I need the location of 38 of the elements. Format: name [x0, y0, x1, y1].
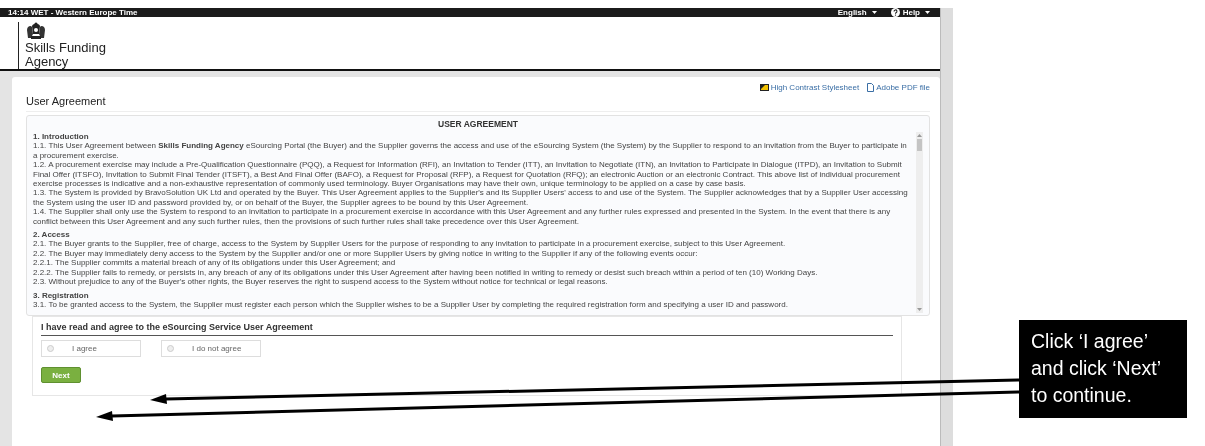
agreement-paragraph: 2.2.1. The Supplier commits a material breach of any of its obligations under this User Agreement; and [33, 258, 397, 268]
link[interactable]: High Contrast Stylesheet [759, 83, 860, 92]
agreement-paragraph: 2.2.2. The Supplier fails to remedy, or persists in, any breach of any of its obligations under this User Agreement after having been notified in writing to remedy or desist such breach within a period of ten (10) Working Days. [33, 267, 819, 278]
caret-icon [871, 11, 877, 14]
agreement-paragraph: 1.1. This User Agreement between Skills Funding Agency eSourcing Portal (the Buyer) and the Supplier governs the access and use of the eSourcing System (the System) by the Supplier to respond to an invitation from the Buyer to participate in a procurement exercise. [33, 141, 908, 161]
scroll-thumb[interactable] [917, 139, 922, 151]
section-heading: 3. Registration [33, 290, 90, 300]
radio-option[interactable]: I agree [41, 340, 141, 358]
time-text: 14:14 WET - Western Europe Time [8, 8, 138, 17]
page-title: User Agreement [26, 95, 930, 112]
section-heading: 2. Access [33, 230, 71, 240]
scroll-down-icon [917, 308, 922, 312]
logo-text: Skills Funding [25, 41, 106, 55]
help-menu[interactable]: Help [890, 8, 930, 17]
agreement-title: USER AGREEMENT [437, 119, 519, 129]
agreement-paragraph: 1.2. A procurement exercise may include a Pre-Qualification Questionnaire (PQQ), a Request for Information (RFI), an Invitation to Tender (ITT), an Invitation to Negotiate (ITN), an Invitation to Participate in Dialogue (ITPD), an Invitation to Submit Final Offer (ITSFO), Invitation to Submit Final Tender (ITSFT), a Best And Final Offer (BAFO), a Request for Proposal (RFP), a Request for Quotation (RFQ); an electronic Auction or an electronic Contract. This above list of individual procurement exercise processes is indicative and a non-exhaustive representation of commonly used terminology. Buyer Organisations may have their own, unique terminology to be applied on a case by case basis. [33, 160, 903, 189]
agreement-paragraph: 3.1. To be granted access to the System, the Supplier must register each person which the Supplier wishes to be a Supplier User by completing the required registration form and specifying a user ID and password. [33, 299, 789, 310]
scroll-up-icon [917, 134, 922, 137]
crest-icon [25, 22, 47, 41]
section-heading: 1. Introduction [33, 132, 90, 142]
link[interactable]: Adobe PDF file [867, 83, 930, 92]
caret-icon [925, 11, 930, 14]
agreement-paragraph: 2.3. Without prejudice to any of the Buyer's other rights, the Buyer reserves the right to suspend access to the System without notice for technical or legal reasons. [33, 277, 609, 287]
radio-button[interactable] [167, 345, 174, 353]
agreement-paragraph: 2.1. The Buyer grants to the Supplier, free of charge, access to the System by Supplier Users for the purpose of responding to any invitation to participate in a procurement exercise, subject to this User Agreement. [33, 239, 787, 249]
logo-text: Agency [25, 55, 69, 69]
consent-heading: I have read and agree to the eSourcing Service User Agreement [41, 322, 893, 337]
radio-button[interactable] [47, 345, 54, 353]
document-icon [867, 83, 875, 92]
callout-note: Click ‘I agree’ and click ‘Next’ to continue. [1019, 320, 1187, 418]
language-menu[interactable]: English [837, 8, 877, 17]
contrast-icon [759, 84, 769, 91]
agreement-paragraph: 1.4. The Supplier shall only use the System to respond to an invitation to participate in a procurement exercise in accordance with this User Agreement and any further rules expressed and presented in the System. In the event that there is any conflict between this User Agreement and any such further rules, then the provisions of such further rules shall take precedence over this User Agreement. [33, 207, 892, 227]
agreement-paragraph: 2.2. The Buyer may immediately deny access to the System by the Supplier and/or one or more Supplier Users by giving notice in writing to the Supplier if any of the following events occur: [33, 248, 699, 259]
scrollbar[interactable] [940, 8, 953, 446]
radio-option[interactable]: I do not agree [161, 340, 261, 358]
agreement-paragraph: 1.3. The System is provided by BravoSolution UK Ltd and operated by the Buyer. This User Agreement applies to the Supplier's and its Supplier Users' access to and use of the System. The Supplier acknowledges that by a Supplier User accessing the System using the user ID and password provided by, or on behalf of the Buyer, the Supplier agrees to be bound by this User Agreement. [33, 188, 909, 208]
scrollbar[interactable] [916, 132, 923, 314]
